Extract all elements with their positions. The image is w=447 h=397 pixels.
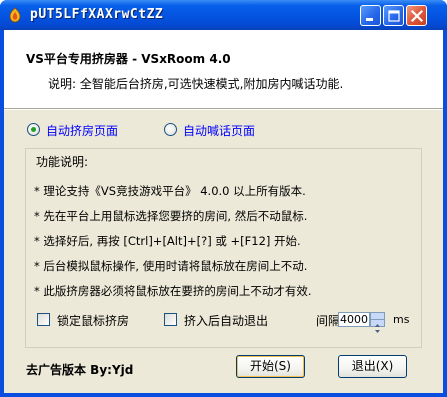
interval-unit: ms <box>393 313 410 326</box>
radio-auto-shout[interactable] <box>164 123 177 136</box>
lock-mouse-checkbox[interactable] <box>37 313 50 326</box>
interval-input[interactable] <box>338 312 370 327</box>
app-window: pUT5LFfXAXrwCtZZ VS平台专用挤房器 - VSxRoom 4.0… <box>0 0 447 397</box>
groupbox-title: 功能说明: <box>36 155 89 169</box>
start-button[interactable]: 开始(S) <box>236 355 305 378</box>
description-line: * 后台模拟鼠标操作, 使用时请将鼠标放在房间上不动. <box>34 259 308 273</box>
radio-auto-squeeze-label[interactable]: 自动挤房页面 <box>46 122 118 139</box>
maximize-icon <box>388 10 400 22</box>
maximize-button[interactable] <box>383 5 404 26</box>
auto-exit-label[interactable]: 挤入后自动退出 <box>184 312 268 329</box>
auto-exit-checkbox[interactable] <box>164 313 177 326</box>
spinner-up-button[interactable] <box>371 313 384 327</box>
close-icon <box>410 9 424 23</box>
radio-auto-squeeze[interactable] <box>27 123 40 136</box>
app-icon[interactable] <box>7 7 23 23</box>
minimize-button[interactable] <box>360 5 381 26</box>
interval-label: 间隔 <box>316 314 341 328</box>
radio-selected-dot <box>31 127 36 132</box>
description-line: * 理论支持《VS竞技游戏平台》 4.0.0 以上所有版本. <box>34 184 306 198</box>
lock-mouse-label[interactable]: 锁定鼠标挤房 <box>57 312 129 329</box>
description-line: * 先在平台上用鼠标选择您要挤的房间, 然后不动鼠标. <box>34 209 308 223</box>
header-description: 说明: 全智能后台挤房,可选快速模式,附加房内喊话功能. <box>48 77 344 91</box>
arrow-down-icon <box>375 330 380 333</box>
description-line: * 选择好后, 再按 [Ctrl]+[Alt]+[?] 或 +[F12] 开始. <box>34 234 301 248</box>
credit-label: 去广告版本 By:Yjd <box>26 363 134 377</box>
exit-button[interactable]: 退出(X) <box>338 355 407 378</box>
description-line: * 此版挤房器必须将鼠标放在要挤的房间上不动才有效. <box>34 284 312 298</box>
client-area: VS平台专用挤房器 - VSxRoom 4.0 说明: 全智能后台挤房,可选快速… <box>4 30 443 393</box>
close-button[interactable] <box>406 5 427 26</box>
window-title: pUT5LFfXAXrwCtZZ <box>30 7 164 22</box>
header-title: VS平台专用挤房器 - VSxRoom 4.0 <box>26 52 231 66</box>
header-panel: VS平台专用挤房器 - VSxRoom 4.0 说明: 全智能后台挤房,可选快速… <box>4 30 443 108</box>
spinner-down-button[interactable] <box>371 320 384 333</box>
title-bar[interactable]: pUT5LFfXAXrwCtZZ <box>0 0 447 30</box>
minimize-icon <box>366 18 373 21</box>
interval-spinner[interactable] <box>370 312 385 333</box>
radio-auto-shout-label[interactable]: 自动喊话页面 <box>183 122 255 139</box>
header-divider <box>4 108 443 110</box>
